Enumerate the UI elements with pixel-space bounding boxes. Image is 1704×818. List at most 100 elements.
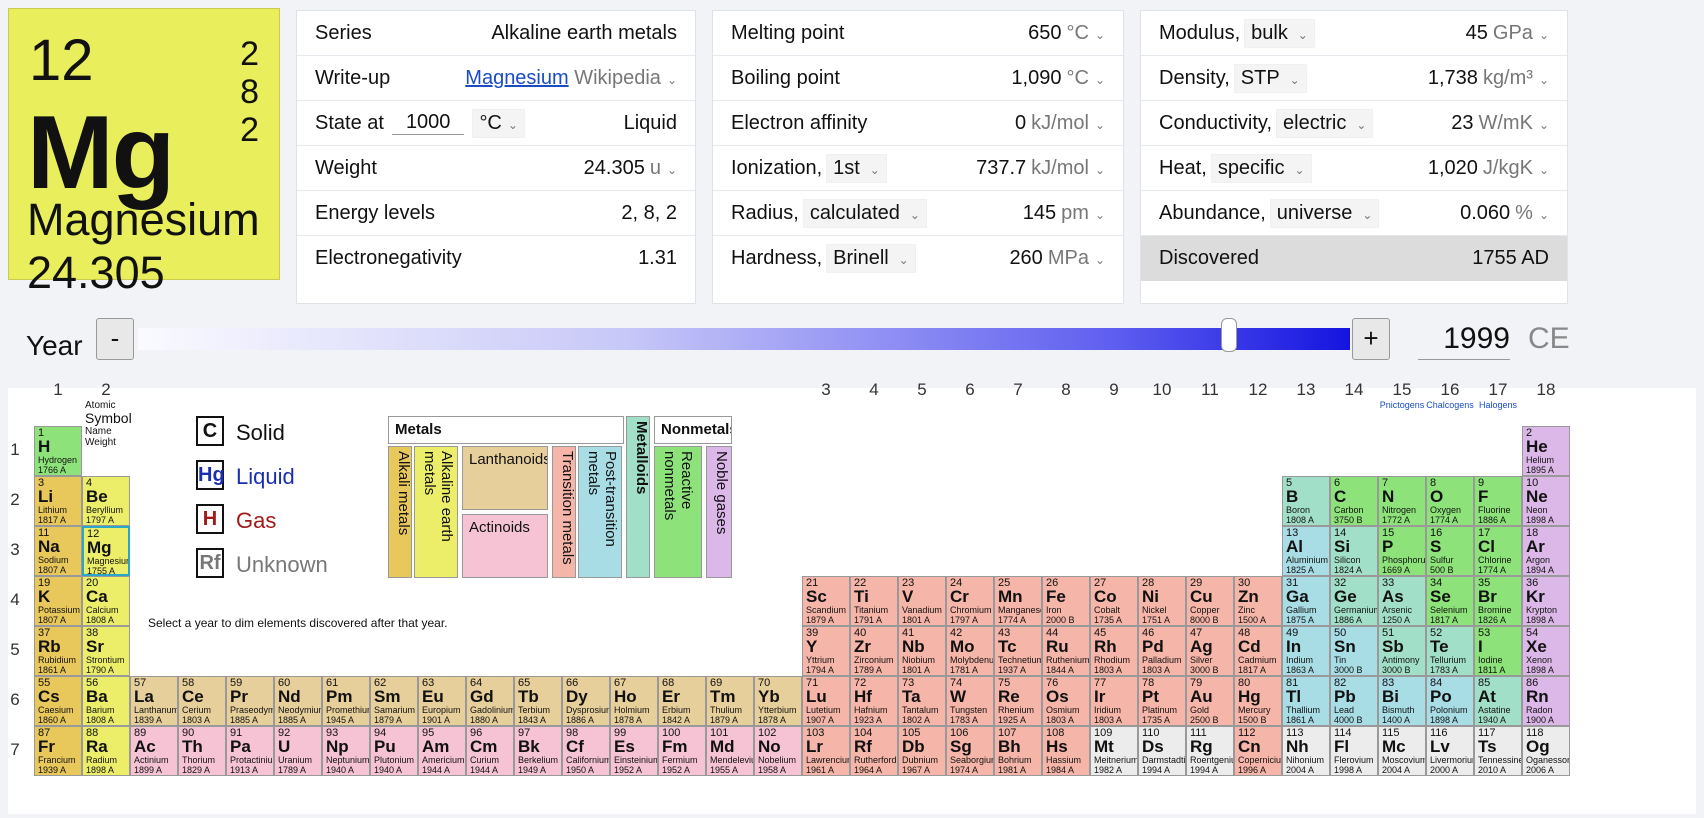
element-cell-eu[interactable]: 63 Eu Europium 1901 A [418,676,466,726]
property-select[interactable]: calculated ⌄ [802,198,927,228]
chevron-down-icon[interactable]: ⌄ [1095,28,1105,42]
element-cell-mg[interactable]: 12 Mg Magnesium 1755 A [82,526,130,576]
element-cell-ce[interactable]: 58 Ce Cerium 1803 A [178,676,226,726]
element-cell-o[interactable]: 8 O Oxygen 1774 A [1426,476,1474,526]
category-actin[interactable]: Actinoids [462,514,548,578]
category-lanth[interactable]: Lanthanoids [462,446,548,510]
property-select[interactable]: electric ⌄ [1276,108,1374,138]
element-cell-no[interactable]: 102 No Nobelium 1958 A [754,726,802,776]
category-nonmetals[interactable]: Nonmetals [654,416,732,444]
wikipedia-link[interactable]: Magnesium [465,67,568,89]
element-cell-n[interactable]: 7 N Nitrogen 1772 A [1378,476,1426,526]
category-trans[interactable]: Transition metals [552,446,576,578]
element-cell-bk[interactable]: 97 Bk Berkelium 1949 A [514,726,562,776]
element-cell-kr[interactable]: 36 Kr Krypton 1898 A [1522,576,1570,626]
category-metalloids[interactable]: Metalloids [626,416,650,578]
element-cell-fm[interactable]: 100 Fm Fermium 1952 A [658,726,706,776]
chevron-down-icon[interactable]: ⌄ [1539,118,1549,132]
element-cell-cf[interactable]: 98 Cf Californium 1950 A [562,726,610,776]
element-cell-se[interactable]: 34 Se Selenium 1817 A [1426,576,1474,626]
element-cell-ts[interactable]: 117 Ts Tennessine 2010 A [1474,726,1522,776]
element-cell-u[interactable]: 92 U Uranium 1789 A [274,726,322,776]
element-cell-db[interactable]: 105 Db Dubnium 1967 A [898,726,946,776]
element-cell-ba[interactable]: 56 Ba Barium 1808 A [82,676,130,726]
element-cell-og[interactable]: 118 Og Oganesson 2006 A [1522,726,1570,776]
element-cell-hs[interactable]: 108 Hs Hassium 1984 A [1042,726,1090,776]
element-cell-zr[interactable]: 40 Zr Zirconium 1789 A [850,626,898,676]
element-cell-in[interactable]: 49 In Indium 1863 A [1282,626,1330,676]
element-cell-k[interactable]: 19 K Potassium 1807 A [34,576,82,626]
element-cell-re[interactable]: 75 Re Rhenium 1925 A [994,676,1042,726]
element-cell-ag[interactable]: 47 Ag Silver 3000 B [1186,626,1234,676]
element-cell-lr[interactable]: 103 Lr Lawrencium 1961 A [802,726,850,776]
year-slider-handle[interactable] [1220,318,1237,352]
element-cell-li[interactable]: 3 Li Lithium 1817 A [34,476,82,526]
element-cell-rf[interactable]: 104RfRutherfordium1964 A [850,726,898,776]
element-cell-md[interactable]: 101MdMendelevium1955 A [706,726,754,776]
element-cell-np[interactable]: 93 Np Neptunium 1940 A [322,726,370,776]
element-cell-i[interactable]: 53 I Iodine 1811 A [1474,626,1522,676]
element-cell-pm[interactable]: 61 Pm Promethium 1945 A [322,676,370,726]
category-alkaline[interactable]: Alkaline earth metals [414,446,458,578]
element-cell-p[interactable]: 15 P Phosphorus 1669 A [1378,526,1426,576]
year-minus-button[interactable]: - [96,318,134,360]
element-cell-br[interactable]: 35 Br Bromine 1826 A [1474,576,1522,626]
element-cell-cl[interactable]: 17 Cl Chlorine 1774 A [1474,526,1522,576]
element-cell-sn[interactable]: 50 Sn Tin 3000 B [1330,626,1378,676]
element-cell-ra[interactable]: 88 Ra Radium 1898 A [82,726,130,776]
chevron-down-icon[interactable]: ⌄ [1539,73,1549,87]
element-cell-lu[interactable]: 71 Lu Lutetium 1907 A [802,676,850,726]
element-cell-si[interactable]: 14 Si Silicon 1824 A [1330,526,1378,576]
element-cell-cr[interactable]: 24 Cr Chromium 1797 A [946,576,994,626]
element-cell-mn[interactable]: 25 Mn Manganese 1774 A [994,576,1042,626]
element-cell-au[interactable]: 79 Au Gold 2500 B [1186,676,1234,726]
element-cell-pb[interactable]: 82 Pb Lead 4000 B [1330,676,1378,726]
chevron-down-icon[interactable]: ⌄ [667,163,677,177]
element-cell-mt[interactable]: 109 Mt Meitnerium 1982 A [1090,726,1138,776]
element-cell-b[interactable]: 5 B Boron 1808 A [1282,476,1330,526]
chevron-down-icon[interactable]: ⌄ [1539,163,1549,177]
element-cell-w[interactable]: 74 W Tungsten 1783 A [946,676,994,726]
category-alkali[interactable]: Alkali metals [388,446,412,578]
element-cell-cn[interactable]: 112CnCopernicium1996 A [1234,726,1282,776]
property-select[interactable]: bulk ⌄ [1244,18,1315,48]
element-cell-ta[interactable]: 73 Ta Tantalum 1802 A [898,676,946,726]
year-slider-track[interactable] [138,328,1350,350]
year-input[interactable]: 1999 [1418,318,1510,360]
chevron-down-icon[interactable]: ⌄ [1539,28,1549,42]
property-select[interactable]: STP ⌄ [1233,63,1307,93]
chevron-down-icon[interactable]: ⌄ [1539,208,1549,222]
element-cell-mc[interactable]: 115 Mc Moscovium 2004 A [1378,726,1426,776]
element-cell-ni[interactable]: 28 Ni Nickel 1751 A [1138,576,1186,626]
element-cell-sm[interactable]: 62 Sm Samarium 1879 A [370,676,418,726]
element-cell-ds[interactable]: 110DsDarmstadtium1994 A [1138,726,1186,776]
element-cell-po[interactable]: 84 Po Polonium 1898 A [1426,676,1474,726]
element-cell-ac[interactable]: 89 Ac Actinium 1899 A [130,726,178,776]
element-cell-fl[interactable]: 114 Fl Flerovium 1998 A [1330,726,1378,776]
category-noble[interactable]: Noble gases [706,446,732,578]
element-cell-la[interactable]: 57 La Lanthanum 1839 A [130,676,178,726]
element-cell-mo[interactable]: 42MoMolybdenum1781 A [946,626,994,676]
element-cell-y[interactable]: 39 Y Yttrium 1794 A [802,626,850,676]
element-cell-fr[interactable]: 87 Fr Francium 1939 A [34,726,82,776]
state-temperature-input[interactable]: 1000 [391,111,465,135]
element-cell-gd[interactable]: 64 Gd Gadolinium 1880 A [466,676,514,726]
element-cell-os[interactable]: 76 Os Osmium 1803 A [1042,676,1090,726]
element-cell-co[interactable]: 27 Co Cobalt 1735 A [1090,576,1138,626]
property-select[interactable]: 1st ⌄ [826,153,887,183]
element-cell-pd[interactable]: 46 Pd Palladium 1803 A [1138,626,1186,676]
property-select[interactable]: specific ⌄ [1210,153,1312,183]
element-cell-fe[interactable]: 26 Fe Iron 2000 B [1042,576,1090,626]
temperature-unit-select[interactable]: °C ⌄ [472,108,525,138]
element-cell-pr[interactable]: 59PrPraseodymium1885 A [226,676,274,726]
element-cell-c[interactable]: 6 C Carbon 3750 B [1330,476,1378,526]
element-cell-sg[interactable]: 106 Sg Seaborgium 1974 A [946,726,994,776]
element-cell-zn[interactable]: 30 Zn Zinc 1500 A [1234,576,1282,626]
element-cell-at[interactable]: 85 At Astatine 1940 A [1474,676,1522,726]
element-cell-am[interactable]: 95 Am Americium 1944 A [418,726,466,776]
element-cell-al[interactable]: 13 Al Aluminium 1825 A [1282,526,1330,576]
element-cell-bh[interactable]: 107 Bh Bohrium 1981 A [994,726,1042,776]
category-reactive[interactable]: Reactive nonmetals [654,446,702,578]
element-cell-pu[interactable]: 94 Pu Plutonium 1940 A [370,726,418,776]
chevron-down-icon[interactable]: ⌄ [1095,163,1105,177]
